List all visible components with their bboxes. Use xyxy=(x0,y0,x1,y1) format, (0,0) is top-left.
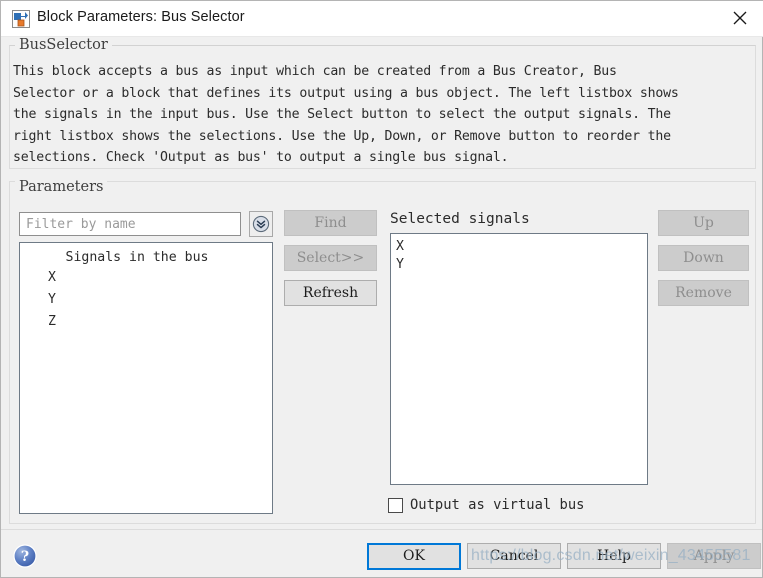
cancel-button[interactable]: Cancel xyxy=(467,543,561,569)
list-item[interactable]: Y xyxy=(20,289,272,311)
list-item[interactable]: Y xyxy=(391,256,647,274)
footer-divider xyxy=(1,529,762,530)
apply-button[interactable]: Apply xyxy=(667,543,761,569)
remove-button[interactable]: Remove xyxy=(658,280,749,306)
close-icon[interactable] xyxy=(716,1,763,35)
select-button[interactable]: Select>> xyxy=(284,245,377,271)
move-down-button[interactable]: Down xyxy=(658,245,749,271)
checkbox-label: Output as virtual bus xyxy=(410,497,585,513)
list-item[interactable]: X xyxy=(20,267,272,289)
signals-in-bus-listbox[interactable]: Signals in the bus X Y Z xyxy=(19,242,273,514)
signals-listbox-header: Signals in the bus xyxy=(65,250,209,265)
help-circle-icon[interactable]: ? xyxy=(13,544,37,568)
chevron-double-down-icon[interactable] xyxy=(249,211,273,237)
simulink-block-icon xyxy=(12,10,30,28)
svg-text:?: ? xyxy=(21,549,29,565)
filter-input[interactable] xyxy=(19,212,241,236)
description-legend: BusSelector xyxy=(15,37,112,53)
list-item[interactable]: Z xyxy=(20,311,272,333)
refresh-button[interactable]: Refresh xyxy=(284,280,377,306)
parameters-legend: Parameters xyxy=(15,179,108,195)
title-bar: Block Parameters: Bus Selector xyxy=(1,1,763,37)
find-button[interactable]: Find xyxy=(284,210,377,236)
ok-button[interactable]: OK xyxy=(367,543,461,570)
description-text: This block accepts a bus as input which … xyxy=(13,64,679,165)
output-as-virtual-bus-checkbox[interactable]: Output as virtual bus xyxy=(388,497,584,513)
selected-signals-label: Selected signals xyxy=(390,211,530,227)
checkbox-box[interactable] xyxy=(388,497,403,513)
list-item[interactable]: X xyxy=(391,234,647,256)
move-up-button[interactable]: Up xyxy=(658,210,749,236)
selected-signals-listbox[interactable]: X Y xyxy=(390,233,648,485)
block-parameters-dialog: Block Parameters: Bus Selector BusSelect… xyxy=(0,0,763,578)
window-title: Block Parameters: Bus Selector xyxy=(37,9,245,25)
help-button[interactable]: Help xyxy=(567,543,661,569)
